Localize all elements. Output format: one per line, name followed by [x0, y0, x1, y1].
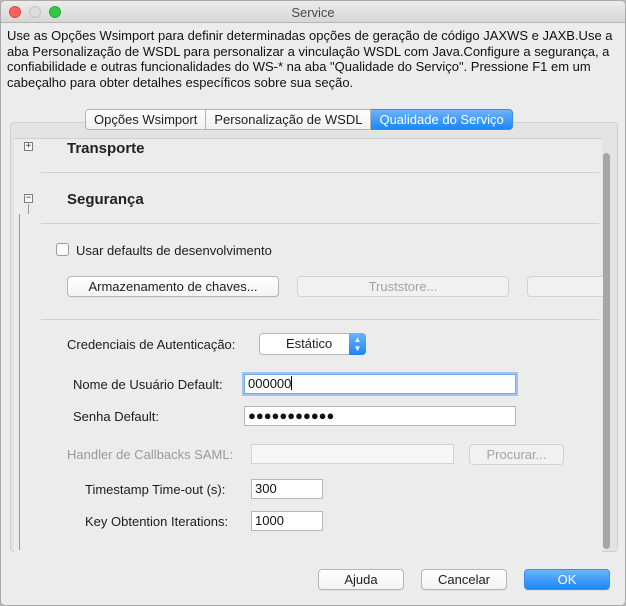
default-password-field[interactable]: ●●●●●●●●●●● — [244, 406, 516, 426]
service-dialog: Service Use as Opções Wsimport para defi… — [0, 0, 626, 606]
default-username-field[interactable]: 000000 — [244, 374, 516, 394]
truncated-button[interactable] — [527, 276, 607, 297]
tab-wsimport-options[interactable]: Opções Wsimport — [85, 109, 207, 130]
auth-credentials-value: Estático — [286, 336, 333, 351]
description-text: Use as Opções Wsimport para definir dete… — [7, 28, 613, 90]
auth-credentials-select[interactable]: Estático ▲ ▼ — [259, 333, 366, 355]
default-username-value: 000000 — [248, 376, 292, 391]
saml-handler-label: Handler de Callbacks SAML: — [67, 447, 234, 462]
ok-button[interactable]: OK — [524, 569, 610, 590]
key-iterations-field[interactable]: 1000 — [251, 511, 323, 531]
dev-defaults-checkbox[interactable] — [56, 243, 69, 256]
tab-wsdl-customization[interactable]: Personalização de WSDL — [206, 109, 372, 130]
tree-line — [19, 214, 20, 550]
dev-defaults-label: Usar defaults de desenvolvimento — [76, 243, 272, 258]
section-divider — [41, 223, 599, 224]
window-title: Service — [291, 5, 335, 20]
cancel-button[interactable]: Cancelar — [421, 569, 507, 590]
section-divider — [41, 172, 599, 173]
vertical-scrollbar[interactable] — [603, 153, 610, 549]
default-password-value: ●●●●●●●●●●● — [248, 408, 335, 423]
auth-credentials-label: Credenciais de Autenticação: — [67, 337, 236, 352]
key-iterations-label: Key Obtention Iterations: — [85, 514, 229, 529]
expand-plus-icon[interactable]: + — [24, 142, 33, 151]
tab-bar: Opções Wsimport Personalização de WSDL Q… — [85, 109, 513, 131]
section-divider — [41, 319, 599, 320]
tab-quality-of-service[interactable]: Qualidade do Serviço — [371, 109, 513, 130]
keystore-button[interactable]: Armazenamento de chaves... — [67, 276, 279, 297]
text-caret — [291, 376, 293, 390]
saml-handler-field[interactable] — [251, 444, 454, 464]
truststore-button[interactable]: Truststore... — [297, 276, 509, 297]
timestamp-timeout-field[interactable]: 300 — [251, 479, 323, 499]
default-password-label: Senha Default: — [73, 409, 160, 424]
chevron-updown-icon: ▲ ▼ — [349, 333, 366, 355]
browse-button[interactable]: Procurar... — [469, 444, 564, 465]
section-title-transport[interactable]: Transporte — [67, 140, 145, 157]
help-button[interactable]: Ajuda — [318, 569, 404, 590]
collapse-minus-icon[interactable]: − — [24, 194, 33, 203]
title-bar: Service — [1, 1, 625, 23]
default-username-label: Nome de Usuário Default: — [73, 377, 223, 392]
tree-line — [28, 204, 29, 214]
section-title-security[interactable]: Segurança — [67, 191, 144, 208]
timestamp-timeout-label: Timestamp Time-out (s): — [85, 482, 226, 497]
